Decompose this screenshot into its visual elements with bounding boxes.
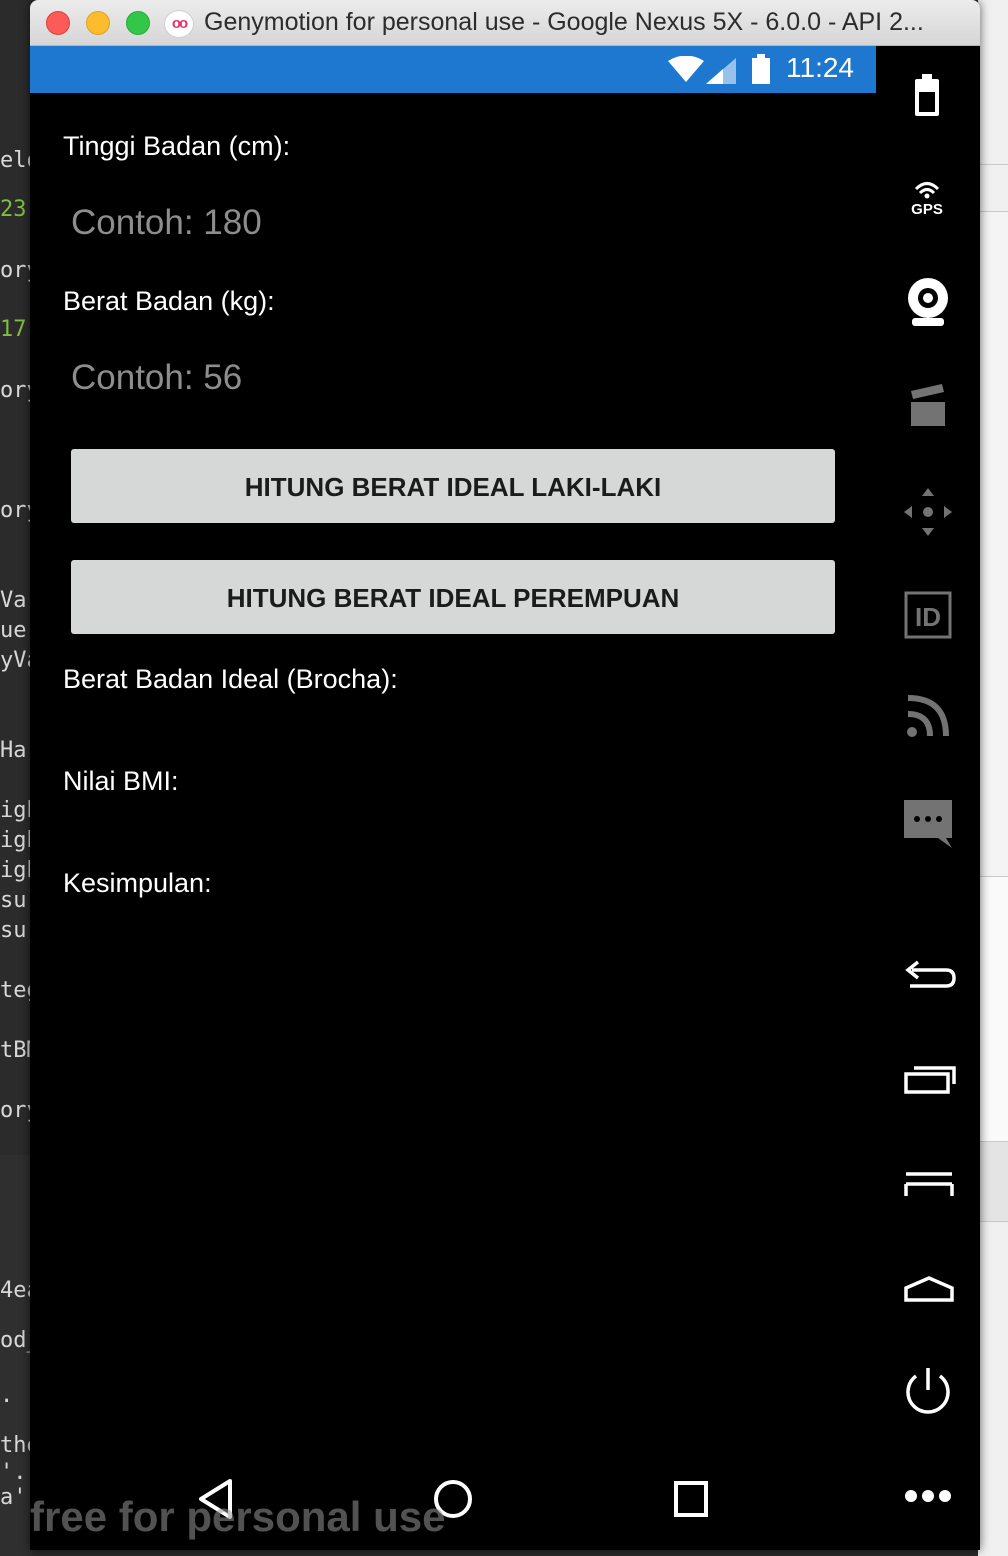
ide-fragment: od_ <box>0 1328 32 1353</box>
ide-fragment: su <box>0 888 27 913</box>
ide-fragment: yVa <box>0 648 32 673</box>
weight-input[interactable]: Contoh: 56 <box>63 348 843 408</box>
dpad-icon[interactable] <box>876 486 980 538</box>
back-icon[interactable] <box>876 956 980 992</box>
home-icon[interactable] <box>876 1270 980 1304</box>
ide-bottom-panel: 4ea od_ . the '. a' <box>0 1155 32 1556</box>
ide-fragment: igh <box>0 828 32 853</box>
wifi-icon <box>668 56 704 82</box>
status-clock: 11:24 <box>786 52 854 83</box>
power-icon[interactable] <box>876 1364 980 1420</box>
video-icon[interactable] <box>876 382 980 428</box>
menu-icon[interactable] <box>876 1166 980 1200</box>
maximize-button[interactable] <box>126 11 150 35</box>
ide-fragment: '. <box>0 1460 27 1485</box>
conclusion-label: Kesimpulan: <box>63 868 212 898</box>
window-titlebar: oo Genymotion for personal use - Google … <box>30 0 980 46</box>
bmi-label: Nilai BMI: <box>63 766 179 796</box>
ideal-weight-label: Berat Badan Ideal (Brocha): <box>63 664 398 694</box>
ide-fragment: ory <box>0 258 32 283</box>
height-input[interactable]: Contoh: 180 <box>63 193 843 253</box>
id-label: ID <box>915 602 941 632</box>
ide-fragment: igh <box>0 858 32 883</box>
ide-fragment: su <box>0 918 27 943</box>
ide-fragment: ue <box>0 618 27 643</box>
ide-fragment: 4ea <box>0 1278 32 1303</box>
height-label: Tinggi Badan (cm): <box>63 131 291 161</box>
recents-icon[interactable] <box>876 1062 980 1096</box>
ide-fragment: 17 <box>0 317 27 342</box>
ide-right-panel <box>978 0 1008 1556</box>
ide-fragment: teg <box>0 978 32 1003</box>
ide-fragment: the <box>0 1433 32 1458</box>
webcam-icon[interactable] <box>876 274 980 330</box>
watermark: free for personal use <box>30 1493 446 1540</box>
ide-fragment: tBM <box>0 1038 32 1063</box>
signal-icon <box>706 58 736 84</box>
ide-fragment: 23 <box>0 197 27 222</box>
ide-fragment: igh <box>0 798 32 823</box>
emulator-window: oo Genymotion for personal use - Google … <box>30 0 980 1550</box>
sms-icon[interactable] <box>876 798 980 850</box>
android-status-bar: 11:24 <box>30 46 876 93</box>
battery-icon[interactable] <box>876 72 980 118</box>
genymotion-toolbar: GPS ID <box>876 46 980 1550</box>
app-screen: Tinggi Badan (cm): Contoh: 180 Berat Bad… <box>30 93 876 1550</box>
more-icon[interactable] <box>876 1484 980 1508</box>
ide-fragment: ory <box>0 498 32 523</box>
ide-fragment: a' <box>0 1485 27 1510</box>
window-title: Genymotion for personal use - Google Nex… <box>204 8 924 36</box>
battery-icon <box>752 54 770 84</box>
ide-fragment: Va <box>0 588 27 613</box>
id-icon[interactable]: ID <box>876 590 980 640</box>
ide-fragment: Ha <box>0 738 27 763</box>
rss-icon[interactable] <box>876 694 980 740</box>
genymotion-icon: oo <box>164 10 194 38</box>
minimize-button[interactable] <box>86 11 110 35</box>
recents-icon[interactable] <box>673 1480 709 1518</box>
calculate-male-button[interactable]: HITUNG BERAT IDEAL LAKI-LAKI <box>71 449 835 523</box>
calculate-female-button[interactable]: HITUNG BERAT IDEAL PEREMPUAN <box>71 560 835 634</box>
ide-fragment: elo <box>0 148 32 173</box>
ide-fragment: . <box>0 1383 14 1408</box>
ide-fragment: ory <box>0 1098 32 1123</box>
gps-label: GPS <box>911 201 943 218</box>
gps-icon[interactable]: GPS <box>876 176 980 218</box>
close-button[interactable] <box>46 11 70 35</box>
ide-fragment: ory <box>0 378 32 403</box>
weight-label: Berat Badan (kg): <box>63 286 275 316</box>
